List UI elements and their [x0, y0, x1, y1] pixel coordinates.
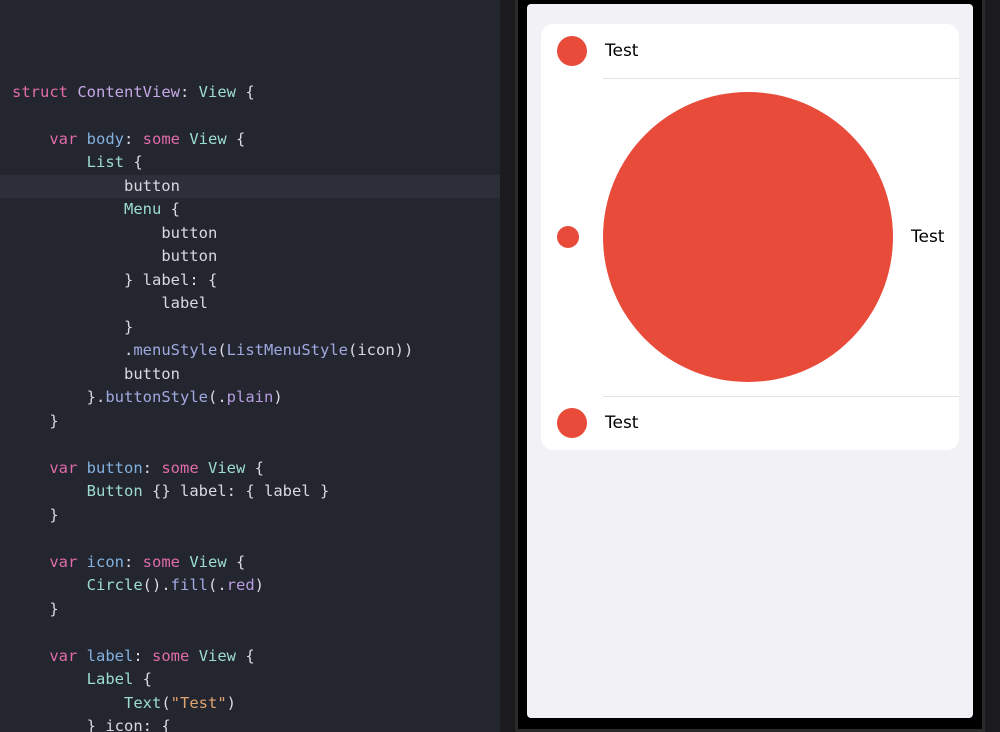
row-label: Test	[605, 41, 638, 61]
circle-icon	[557, 408, 587, 438]
list-row-menu[interactable]: Test	[541, 78, 959, 396]
circle-icon	[557, 36, 587, 66]
list-card: Test Test Test	[541, 24, 959, 450]
code-editor[interactable]: struct ContentView: View { var body: som…	[0, 0, 500, 732]
row-label: Test	[605, 413, 638, 433]
simulator-panel: Test Test Test	[500, 0, 1000, 732]
row-label: Test	[911, 227, 944, 247]
list-row-button-2[interactable]: Test	[541, 396, 959, 450]
list-row-button-1[interactable]: Test	[541, 24, 959, 78]
phone-screen[interactable]: Test Test Test	[527, 4, 973, 718]
code-content: struct ContentView: View { var body: som…	[12, 81, 500, 732]
phone-frame: Test Test Test	[515, 0, 985, 732]
circle-icon	[557, 226, 579, 248]
circle-icon-large	[603, 92, 893, 382]
